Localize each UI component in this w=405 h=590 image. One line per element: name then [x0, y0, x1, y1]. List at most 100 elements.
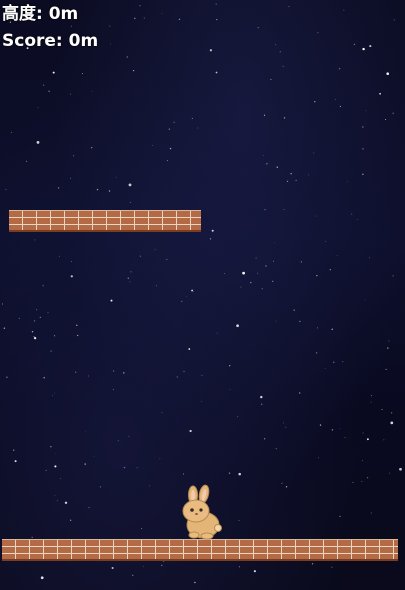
star — [383, 439, 385, 441]
star — [392, 112, 394, 114]
star — [387, 347, 389, 349]
star — [285, 486, 288, 488]
star — [52, 395, 53, 397]
star — [276, 166, 278, 168]
star — [224, 273, 225, 274]
star — [132, 69, 135, 72]
star — [75, 371, 77, 373]
star — [166, 258, 168, 261]
star — [159, 458, 161, 460]
star — [392, 275, 394, 277]
star — [329, 269, 331, 271]
star — [39, 316, 41, 319]
star — [362, 47, 365, 51]
star — [385, 118, 387, 121]
star — [70, 177, 71, 179]
star — [389, 472, 391, 474]
star — [347, 181, 348, 183]
star — [238, 566, 241, 568]
star — [176, 376, 178, 378]
star — [54, 465, 57, 468]
star — [216, 19, 218, 21]
star — [55, 453, 57, 454]
star — [127, 277, 129, 279]
star — [352, 482, 354, 483]
star — [324, 240, 326, 243]
star — [10, 131, 12, 133]
star — [152, 144, 154, 146]
star — [369, 45, 372, 48]
star — [154, 249, 156, 251]
star — [315, 215, 317, 217]
star — [281, 482, 283, 484]
star — [191, 289, 194, 292]
star — [236, 324, 239, 328]
star — [129, 201, 131, 204]
game-canvas[interactable]: 高度: 0m Score: 0m — [0, 0, 405, 590]
star — [313, 152, 315, 154]
star — [70, 25, 72, 27]
star — [273, 260, 275, 262]
star — [283, 422, 285, 424]
star — [371, 395, 373, 397]
star — [169, 147, 172, 150]
star — [250, 281, 252, 284]
star — [84, 463, 86, 465]
star — [45, 469, 47, 471]
star — [319, 424, 322, 426]
star — [386, 369, 388, 370]
star — [386, 72, 390, 75]
star — [126, 56, 128, 58]
star — [161, 13, 163, 15]
star — [283, 117, 286, 119]
star — [209, 49, 213, 52]
star — [255, 257, 257, 259]
star — [40, 576, 44, 580]
star — [353, 43, 356, 46]
star — [240, 286, 242, 288]
star — [173, 121, 175, 123]
star — [338, 67, 341, 70]
star — [123, 372, 125, 374]
star — [115, 177, 117, 178]
star — [331, 429, 334, 431]
star — [161, 564, 163, 567]
star — [331, 566, 333, 568]
star — [399, 467, 402, 471]
star — [54, 495, 56, 497]
star — [314, 101, 316, 103]
star — [263, 114, 266, 116]
star — [188, 348, 191, 350]
star — [379, 92, 381, 95]
rabbit-icon — [182, 484, 222, 540]
star — [71, 260, 73, 262]
star — [6, 376, 8, 378]
star — [47, 312, 49, 314]
star — [264, 209, 266, 211]
star — [216, 332, 218, 334]
star — [366, 438, 369, 441]
star — [70, 93, 72, 95]
star — [2, 303, 3, 305]
star — [381, 408, 383, 411]
star — [161, 411, 163, 413]
star — [117, 440, 119, 442]
star — [253, 570, 256, 573]
star — [3, 327, 6, 329]
star — [260, 395, 263, 399]
star — [56, 500, 58, 501]
star — [275, 320, 277, 322]
star — [91, 147, 93, 149]
star — [194, 581, 196, 584]
star — [339, 105, 341, 108]
star — [362, 432, 364, 434]
star — [197, 127, 199, 129]
star — [57, 187, 60, 189]
star — [333, 361, 335, 363]
star — [261, 288, 263, 290]
star — [132, 574, 134, 576]
star — [238, 520, 240, 522]
star — [228, 472, 231, 474]
star — [33, 320, 36, 322]
star — [181, 300, 183, 303]
